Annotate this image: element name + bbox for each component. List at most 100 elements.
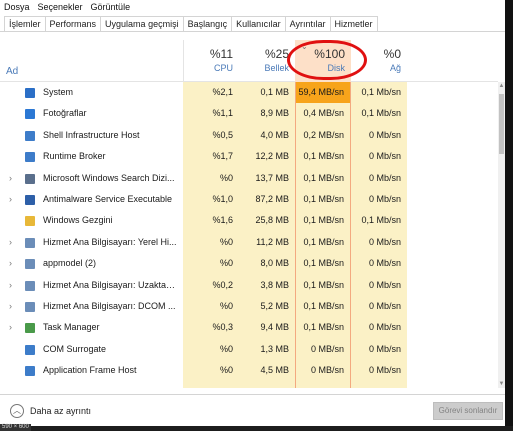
process-network: 0 Mb/sn: [351, 274, 407, 296]
expand-chevron-icon[interactable]: ›: [9, 168, 12, 189]
table-row[interactable]: Windows Gezgini %1,6 25,8 MB 0,1 MB/sn 0,1 M…: [0, 210, 498, 232]
process-disk: 0,1 MB/sn: [295, 231, 351, 254]
process-name: Hizmet Ana Bilgisayarı: DCOM ...: [43, 301, 176, 311]
table-row[interactable]: › NVIDIA Container %03,1 MB0 MB/sn0 Mb/sn: [0, 381, 498, 388]
process-disk: 0,1 MB/sn: [295, 296, 351, 318]
desktop-strip: [0, 426, 513, 431]
scroll-up-icon[interactable]: ▲: [498, 82, 505, 90]
expand-chevron-icon[interactable]: ›: [9, 253, 12, 274]
table-row[interactable]: COM Surrogate %0 1,3 MB 0 MB/sn 0 Mb/sn: [0, 338, 498, 361]
process-disk: 0 MB/sn: [295, 381, 351, 388]
footer-bar: ︿ Daha az ayrıntı Görevi sonlandır: [0, 394, 505, 426]
cpu-total: %11: [209, 47, 233, 61]
shield-icon: [25, 195, 35, 205]
expand-chevron-icon[interactable]: ›: [9, 275, 12, 296]
process-name: Fotoğraflar: [43, 108, 87, 119]
process-cpu: %2,1: [183, 82, 239, 104]
process-disk: 0 MB/sn: [295, 338, 351, 361]
process-name: Microsoft Windows Search Dizi...: [43, 172, 175, 183]
fewer-details-button[interactable]: ︿ Daha az ayrıntı: [10, 404, 91, 418]
task-manager-icon: [25, 323, 35, 334]
table-row[interactable]: Application Frame Host %0 4,5 MB 0 MB/sn 0 M…: [0, 360, 498, 382]
process-network: 0 Mb/sn: [351, 360, 407, 382]
process-name: Task Manager: [43, 322, 100, 333]
table-row[interactable]: Shell Infrastructure Host %0,5 4,0 MB 0,2 M…: [0, 124, 498, 147]
tab-startup[interactable]: Başlangıç: [183, 16, 233, 32]
table-row[interactable]: › Microsoft Windows Search Dizi... %0 13,7 …: [0, 167, 498, 189]
process-cpu: %1,7: [183, 146, 239, 168]
table-row[interactable]: › Hizmet Ana Bilgisayarı: Yerel Hi... %0 11…: [0, 231, 498, 254]
column-network-header[interactable]: %0 Ağ: [351, 40, 407, 82]
process-disk: 0,1 MB/sn: [295, 167, 351, 189]
process-disk: 0 MB/sn: [295, 360, 351, 382]
memory-label: Bellek: [264, 63, 289, 73]
table-row[interactable]: › Task Manager %0,3 9,4 MB 0,1 MB/sn 0 Mb/sn: [0, 317, 498, 339]
tab-performance[interactable]: Performans: [45, 16, 102, 32]
end-task-button[interactable]: Görevi sonlandır: [433, 402, 503, 420]
process-disk: 0,4 MB/sn: [295, 103, 351, 125]
process-name: Application Frame Host: [43, 365, 137, 376]
tab-users[interactable]: Kullanıcılar: [232, 16, 286, 32]
expand-chevron-icon[interactable]: ›: [9, 232, 12, 253]
column-memory-header[interactable]: %25 Bellek: [239, 40, 295, 82]
tab-details[interactable]: Ayrıntılar: [285, 16, 331, 32]
menu-options[interactable]: Seçenekler: [38, 2, 83, 12]
process-name: Hizmet Ana Bilgisayarı: Uzaktan...: [43, 279, 178, 290]
menu-bar: Dosya Seçenekler Görüntüle: [0, 0, 513, 14]
fewer-details-label: Daha az ayrıntı: [30, 406, 92, 416]
expand-chevron-icon[interactable]: ›: [9, 296, 12, 317]
process-network: 0 Mb/sn: [351, 124, 407, 147]
process-name: Antimalware Service Executable: [43, 194, 173, 204]
window-icon: [25, 130, 35, 141]
column-name-header[interactable]: Ad: [6, 66, 18, 77]
process-name: COM Surrogate: [43, 343, 107, 354]
gear-icon: [25, 237, 35, 248]
process-memory: 1,3 MB: [239, 338, 295, 361]
window-icon: [25, 152, 35, 163]
table-row[interactable]: › Hizmet Ana Bilgisayarı: Uzaktan... %0,2 3…: [0, 274, 498, 296]
scroll-thumb[interactable]: [499, 94, 504, 154]
table-row[interactable]: › Hizmet Ana Bilgisayarı: DCOM ... %0 5,2 M…: [0, 296, 498, 318]
process-memory: 5,2 MB: [239, 296, 295, 318]
column-cpu-header[interactable]: %11 CPU: [183, 40, 239, 82]
table-row[interactable]: System %2,1 0,1 MB 59,4 MB/sn 0,1 Mb/sn: [0, 82, 498, 104]
memory-total: %25: [264, 47, 289, 61]
process-network: 0 Mb/sn: [351, 381, 407, 388]
table-row[interactable]: › Antimalware Service Executable %1,0 87,2 …: [0, 189, 498, 211]
chevron-up-circle-icon: ︿: [10, 404, 24, 418]
process-network: 0 Mb/sn: [351, 189, 407, 211]
expand-chevron-icon[interactable]: ›: [9, 382, 12, 388]
tab-processes[interactable]: İşlemler: [4, 16, 46, 32]
gear-icon: [25, 302, 35, 312]
process-cpu: %1,1: [183, 103, 239, 125]
process-memory: 4,5 MB: [239, 360, 295, 382]
gear-icon: [25, 259, 35, 270]
process-memory: 3,8 MB: [239, 274, 295, 296]
process-cpu: %0: [183, 253, 239, 275]
process-disk: 0,1 MB/sn: [295, 274, 351, 296]
process-cpu: %0: [183, 167, 239, 189]
process-network: 0 Mb/sn: [351, 231, 407, 254]
scroll-down-icon[interactable]: ▼: [498, 380, 505, 388]
process-disk: 0,1 MB/sn: [295, 189, 351, 211]
table-row[interactable]: Runtime Broker %1,7 12,2 MB 0,1 MB/sn 0 Mb/s…: [0, 146, 498, 168]
process-disk: 0,1 MB/sn: [295, 210, 351, 232]
process-memory: 12,2 MB: [239, 146, 295, 168]
table-row[interactable]: › appmodel (2) %0 8,0 MB 0,1 MB/sn 0 Mb/sn: [0, 253, 498, 275]
photos-icon: [25, 109, 35, 120]
process-name: Shell Infrastructure Host: [43, 129, 140, 140]
process-memory: 25,8 MB: [239, 210, 295, 232]
menu-file[interactable]: Dosya: [4, 2, 30, 12]
process-network: 0,1 Mb/sn: [351, 103, 407, 125]
tab-app-history[interactable]: Uygulama geçmişi: [101, 16, 184, 32]
expand-chevron-icon[interactable]: ›: [9, 317, 12, 338]
folder-icon: [25, 216, 35, 227]
vertical-scrollbar[interactable]: ▲ ▼: [498, 82, 505, 388]
menu-view[interactable]: Görüntüle: [91, 2, 131, 12]
expand-chevron-icon[interactable]: ›: [9, 189, 12, 210]
column-disk-header[interactable]: ⌄ %100 Disk: [295, 40, 351, 82]
tab-services[interactable]: Hizmetler: [330, 16, 378, 32]
dimensions-tag: 590 × 600: [0, 424, 31, 431]
table-row[interactable]: Fotoğraflar %1,1 8,9 MB 0,4 MB/sn 0,1 Mb/sn: [0, 103, 498, 125]
process-cpu: %0: [183, 296, 239, 318]
